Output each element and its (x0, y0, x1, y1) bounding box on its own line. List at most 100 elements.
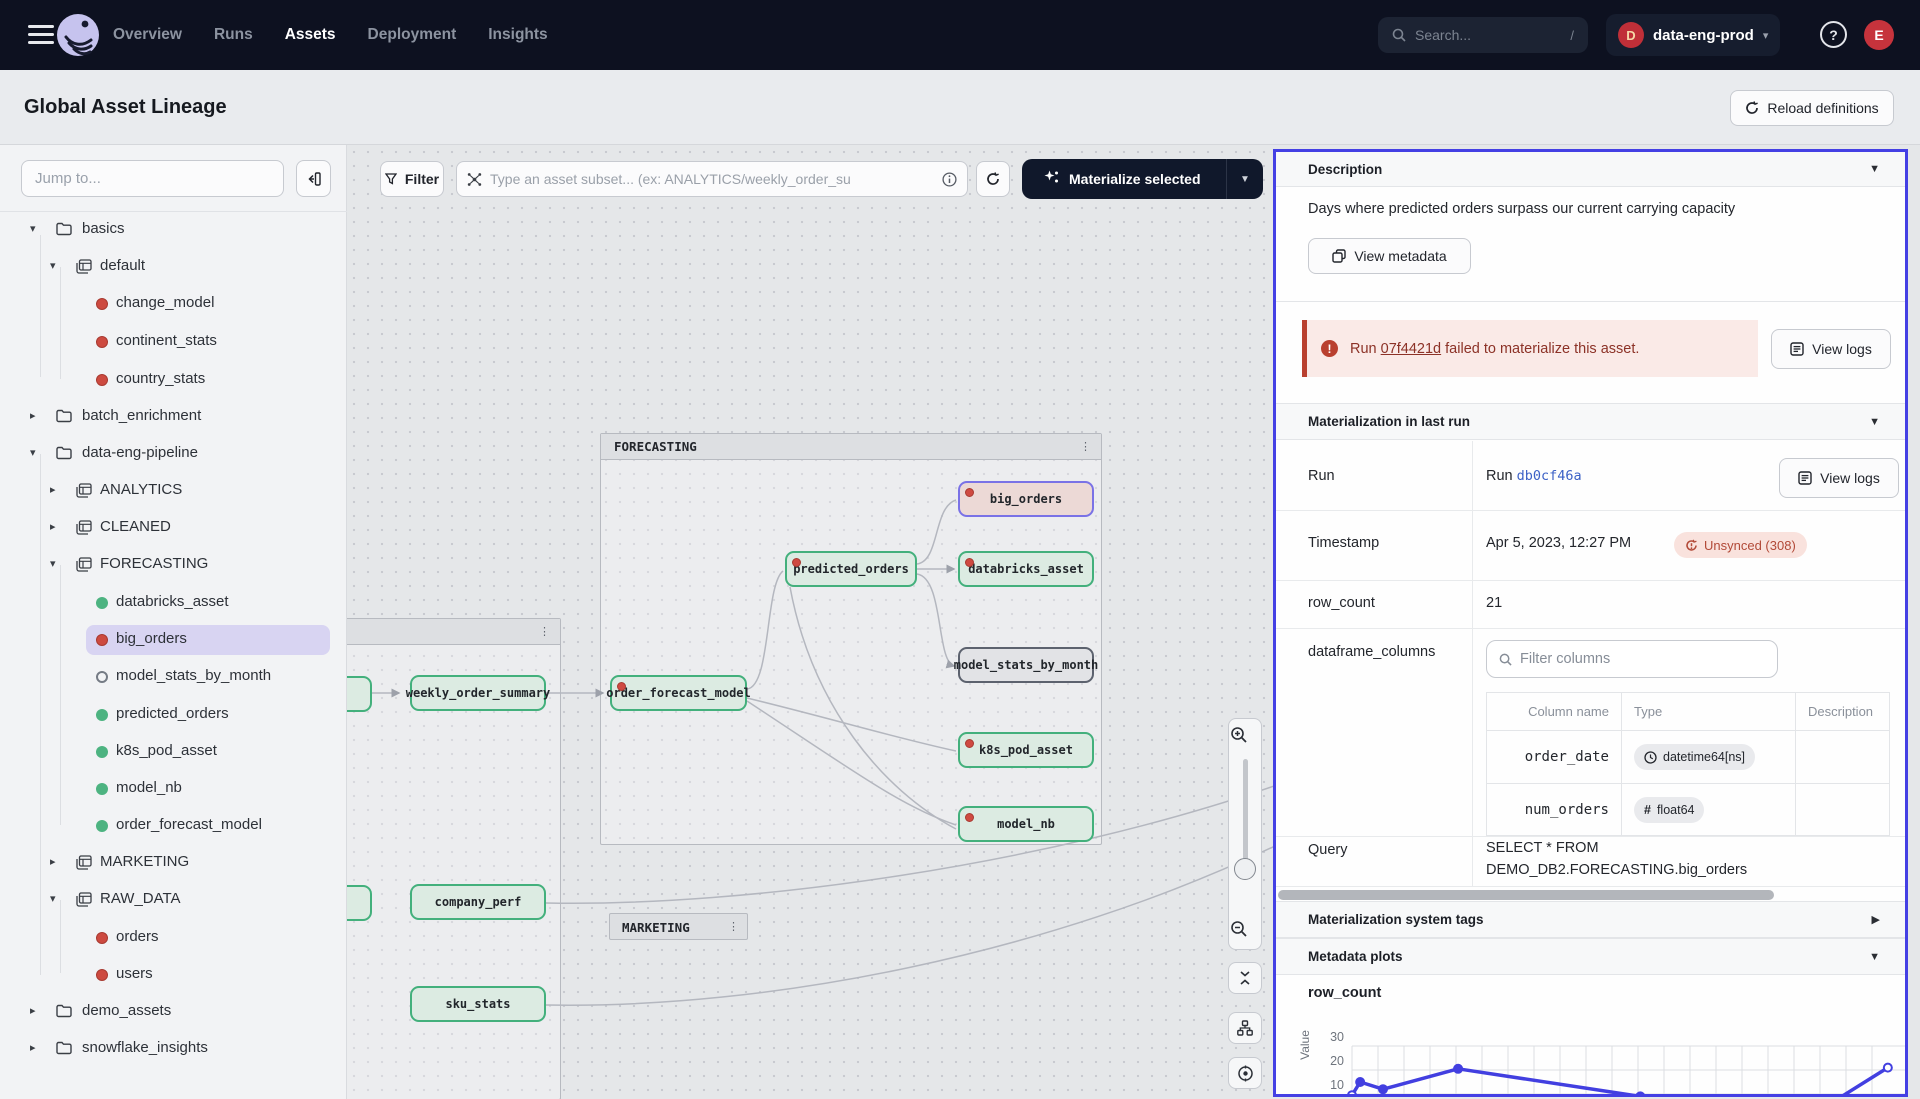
sidebar-item-k8s_pod_asset[interactable]: k8s_pod_asset (0, 737, 347, 767)
dagster-logo-icon[interactable] (56, 13, 100, 57)
sidebar-item-snowflake_insights[interactable]: ▸snowflake_insights (0, 1034, 347, 1064)
global-search-input[interactable]: Search... / (1378, 17, 1588, 53)
sidebar-item-users[interactable]: users (0, 960, 347, 990)
caret-right-icon[interactable]: ▸ (30, 1004, 36, 1017)
asset-node-model_nb[interactable]: model_nb (958, 806, 1094, 842)
graph-filter-button[interactable]: Filter (380, 161, 444, 197)
caret-down-icon[interactable]: ▾ (30, 222, 36, 235)
sidebar-item-big_orders[interactable]: big_orders (0, 625, 347, 655)
nav-runs[interactable]: Runs (206, 22, 261, 48)
asset-node-k8s_pod_asset[interactable]: k8s_pod_asset (958, 732, 1094, 768)
chevron-right-icon: ▶ (1872, 913, 1880, 926)
reload-definitions-button[interactable]: Reload definitions (1730, 90, 1894, 126)
graph-refresh-button[interactable] (976, 161, 1010, 197)
view-metadata-button[interactable]: View metadata (1308, 238, 1471, 274)
caret-down-icon[interactable]: ▾ (30, 446, 36, 459)
zoom-out-button[interactable] (1229, 919, 1261, 939)
sidebar-item-change_model[interactable]: change_model (0, 289, 347, 319)
materialize-selected-button[interactable]: Materialize selected ▼ (1022, 159, 1263, 199)
sidebar-item-data-eng-pipeline[interactable]: ▾data-eng-pipeline (0, 439, 347, 469)
zoom-in-button[interactable] (1229, 725, 1261, 745)
recenter-view-button[interactable] (1228, 1057, 1262, 1089)
caret-right-icon[interactable]: ▸ (30, 409, 36, 422)
caret-right-icon[interactable]: ▸ (50, 483, 56, 496)
asset-node-model_stats_by_month[interactable]: model_stats_by_month (958, 647, 1094, 683)
sidebar-item-order_forecast_model[interactable]: order_forecast_model (0, 811, 347, 841)
asset-node-weekly_order_summary[interactable]: weekly_order_summary (410, 675, 546, 711)
caret-down-icon[interactable]: ▾ (50, 892, 56, 905)
section-description[interactable]: Description ▼ (1276, 152, 1905, 187)
sidebar-item-predicted_orders[interactable]: predicted_orders (0, 700, 347, 730)
caret-down-icon[interactable]: ▾ (50, 557, 56, 570)
type-label: datetime64[ns] (1663, 750, 1745, 764)
asset-node-sku_stats[interactable]: sku_stats (410, 986, 546, 1022)
jump-to-input[interactable]: Jump to... (21, 160, 284, 197)
lineage-graph-canvas[interactable]: FORECASTING⋮⋮MARKETING⋮ weekly_order_sum… (347, 145, 1273, 1099)
help-icon[interactable]: ? (1820, 21, 1847, 48)
status-dot-green (96, 746, 108, 758)
view-logs-button[interactable]: View logs (1779, 458, 1899, 498)
section-materialization[interactable]: Materialization in last run ▼ (1276, 403, 1905, 440)
folder-icon (56, 1041, 72, 1055)
collapse-sidebar-button[interactable] (296, 160, 331, 197)
relayout-graph-button[interactable] (1228, 1012, 1262, 1044)
caret-right-icon[interactable]: ▸ (50, 855, 56, 868)
column-name: order_date (1525, 749, 1609, 765)
sidebar-item-demo_assets[interactable]: ▸demo_assets (0, 997, 347, 1027)
asset-node-order_forecast_model[interactable]: order_forecast_model (610, 675, 747, 711)
sidebar-item-databricks_asset[interactable]: databricks_asset (0, 588, 347, 618)
dataframe-columns-table: Column name Type Description order_date d… (1486, 692, 1890, 836)
sidebar-item-basics[interactable]: ▾basics (0, 215, 347, 245)
sidebar-item-orders[interactable]: orders (0, 923, 347, 953)
asset-node-databricks_asset[interactable]: databricks_asset (958, 551, 1094, 587)
failed-run-link[interactable]: 07f4421d (1381, 341, 1441, 357)
sidebar-item-default[interactable]: ▾default (0, 252, 347, 282)
avatar[interactable]: E (1864, 20, 1894, 50)
caret-down-icon[interactable]: ▾ (50, 259, 56, 272)
type-label: float64 (1657, 803, 1695, 817)
nav-insights[interactable]: Insights (480, 22, 555, 48)
collapse-all-groups-button[interactable] (1228, 962, 1262, 994)
sidebar-item-MARKETING[interactable]: ▸MARKETING (0, 848, 347, 878)
info-icon[interactable] (942, 172, 957, 187)
sidebar-item-ANALYTICS[interactable]: ▸ANALYTICS (0, 476, 347, 506)
section-metadata-plots[interactable]: Metadata plots ▼ (1276, 938, 1905, 975)
nav-deployment[interactable]: Deployment (360, 22, 465, 48)
status-dot-red (96, 298, 108, 310)
asset-node-partial[interactable] (347, 885, 372, 921)
workspace-switcher[interactable]: D data-eng-prod ▾ (1606, 14, 1780, 56)
asset-node-label: k8s_pod_asset (979, 743, 1073, 757)
sidebar-item-continent_stats[interactable]: continent_stats (0, 327, 347, 357)
table-header-row: Column name Type Description (1487, 693, 1889, 731)
timestamp-row-value: Apr 5, 2023, 12:27 PM (1486, 535, 1631, 551)
caret-right-icon[interactable]: ▸ (50, 520, 56, 533)
asset-node-partial[interactable] (347, 676, 372, 712)
section-system-tags[interactable]: Materialization system tags ▶ (1276, 901, 1905, 938)
sidebar-item-CLEANED[interactable]: ▸CLEANED (0, 513, 347, 543)
divider (1472, 441, 1473, 886)
asset-subset-input[interactable]: Type an asset subset... (ex: ANALYTICS/w… (456, 161, 968, 197)
horizontal-scrollbar[interactable] (1278, 890, 1774, 900)
sidebar-item-country_stats[interactable]: country_stats (0, 365, 347, 395)
tree-indent-guide (40, 235, 41, 377)
asset-node-company_perf[interactable]: company_perf (410, 884, 546, 920)
zoom-slider-handle[interactable] (1234, 858, 1256, 880)
sidebar-item-model_stats_by_month[interactable]: model_stats_by_month (0, 662, 347, 692)
filter-columns-input[interactable]: Filter columns (1486, 640, 1778, 678)
plot-title: row_count (1308, 985, 1381, 1001)
sidebar-item-FORECASTING[interactable]: ▾FORECASTING (0, 550, 347, 580)
run-id-link[interactable]: db0cf46a (1517, 468, 1582, 484)
edge-company_perf-to-downstream (546, 785, 1273, 903)
sidebar-item-batch_enrichment[interactable]: ▸batch_enrichment (0, 402, 347, 432)
chevron-down-icon[interactable]: ▼ (1227, 174, 1263, 185)
nav-assets[interactable]: Assets (277, 22, 344, 48)
menu-icon[interactable] (28, 25, 54, 45)
asset-node-predicted_orders[interactable]: predicted_orders (785, 551, 917, 587)
view-logs-button[interactable]: View logs (1771, 329, 1891, 369)
sidebar-item-RAW_DATA[interactable]: ▾RAW_DATA (0, 885, 347, 915)
sidebar-item-model_nb[interactable]: model_nb (0, 774, 347, 804)
section-title: Materialization system tags (1308, 912, 1872, 927)
caret-right-icon[interactable]: ▸ (30, 1041, 36, 1054)
asset-node-big_orders[interactable]: big_orders (958, 481, 1094, 517)
nav-overview[interactable]: Overview (105, 22, 190, 48)
